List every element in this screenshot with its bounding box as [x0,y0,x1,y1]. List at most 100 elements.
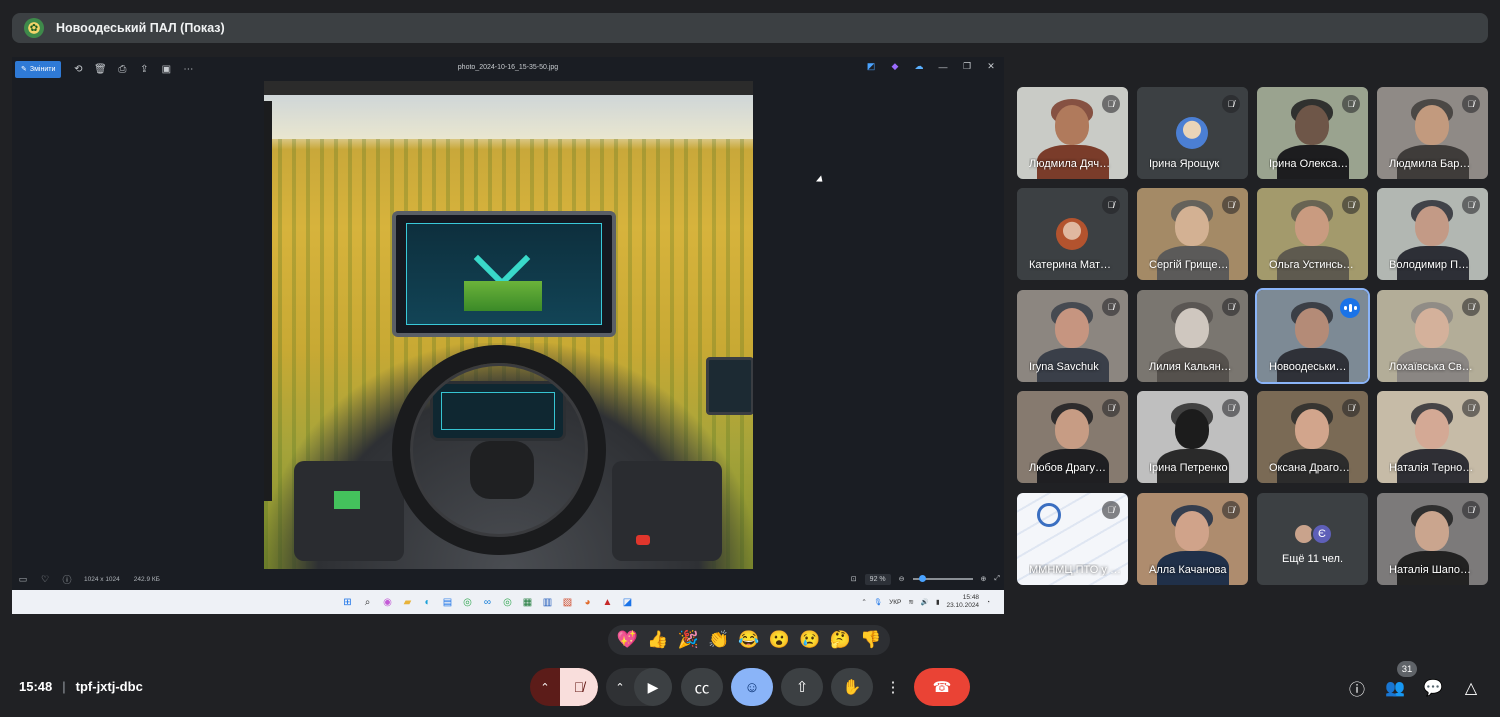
clipchamp-icon[interactable]: ◆ [886,61,904,72]
photos-icon[interactable]: ◪ [620,595,635,609]
reaction-emoji[interactable]: 😢 [796,630,824,650]
more-participants-tile[interactable]: Є Ещё 11 чел. [1257,493,1368,585]
participant-tile[interactable]: 🎙̸ Ольга Устинсь… [1257,188,1368,280]
participant-tile[interactable]: 🎙̸ Катерина Мат… [1017,188,1128,280]
participant-tile[interactable]: 🎙̸ Оксана Драго… [1257,391,1368,483]
video-settings-chevron-icon[interactable]: ⌃ [606,681,634,694]
favorite-icon[interactable]: ♡ [34,574,56,585]
participant-tile[interactable]: 🎙̸ Iryna Savchuk [1017,290,1128,382]
reaction-emoji[interactable]: 👏 [705,630,733,650]
participant-tile[interactable]: 🎙̸ Сергій Грище… [1137,188,1248,280]
participant-tile[interactable]: 🎙̸ Ірина Петренко [1137,391,1248,483]
participant-tile[interactable]: 🎙̸ Володимир П… [1377,188,1488,280]
chat-icon[interactable]: 💬 [1422,677,1444,699]
battery-icon[interactable]: ▮ [936,598,940,606]
participant-name: Наталія Терно… [1389,462,1474,474]
mic-muted-icon: 🎙̸ [1222,399,1240,417]
app-icon[interactable]: ∞ [480,595,495,609]
captions-button[interactable]: ㏄ [681,668,723,706]
zoom-level[interactable]: 92 % [864,573,891,585]
meeting-time: 15:48 [19,679,53,694]
participant-tile[interactable]: 🎙̸ Наталія Терно… [1377,391,1488,483]
camera-icon[interactable]: ▶︎ [634,668,672,706]
reaction-emoji[interactable]: 👎 [857,630,885,650]
fit-icon[interactable]: ⊡ [851,575,857,583]
notifications-icon[interactable]: ◔ [986,599,990,606]
participant-tile[interactable]: Новоодеськи… [1255,288,1370,384]
leave-call-button[interactable]: ☎ [914,668,970,706]
copilot-icon[interactable]: ◉ [380,595,395,609]
reaction-emoji[interactable]: 💖 [613,630,641,650]
mouse-cursor [816,175,825,185]
minimize-icon[interactable]: — [934,62,952,72]
acrobat-icon[interactable]: ▲ [600,595,615,609]
excel-icon[interactable]: ▦ [520,595,535,609]
filmstrip-icon[interactable]: ▭ [12,574,34,585]
zoom-in-icon[interactable]: ⊕ [981,575,987,583]
file-explorer-icon[interactable]: ▰ [400,595,415,609]
chrome-icon[interactable]: ◎ [460,595,475,609]
store-icon[interactable]: ▤ [440,595,455,609]
edge-icon[interactable]: ◐ [420,595,435,609]
info-icon[interactable]: ⓘ [56,573,78,586]
more-options-button[interactable]: ⋮ [881,668,905,706]
participant-tile[interactable]: 🎙̸ Лохаївська Св… [1377,290,1488,382]
mic-off-icon[interactable]: 🎙̸ [560,668,598,706]
tractor-cabin-photo [264,81,753,569]
reaction-emoji[interactable]: 🎉 [674,630,702,650]
participant-tile[interactable]: 🎙̸ Людмила Бар… [1377,87,1488,179]
participant-name: Лилия Кальян… [1149,361,1232,373]
participant-tile[interactable]: 🎙̸ ММНМЦ ПТО у М… [1017,493,1128,585]
wifi-icon[interactable]: ≋ [908,598,913,606]
tray-chevron-icon[interactable]: ⌃ [861,598,866,606]
participant-tile[interactable]: 🎙̸ Любов Драгу… [1017,391,1128,483]
participant-tile[interactable]: 🎙̸ Ірина Ярощук [1137,87,1248,179]
powerpoint-icon[interactable]: ▧ [560,595,575,609]
participant-tile[interactable]: 🎙̸ Людмила Дяч… [1017,87,1128,179]
meeting-code[interactable]: tpf-jxtj-dbc [76,679,143,694]
avatar [1056,218,1088,250]
zoom-slider[interactable] [912,575,973,582]
side-panel-tools: ⓘ 👥 💬 △ [1346,677,1482,699]
system-tray: ⌃ 🎙 УКР ≋ 🔊 ▮ 15:48 23.10.2024 ◔ [861,594,990,610]
meeting-details-icon[interactable]: ⓘ [1346,677,1368,699]
reactions-button[interactable]: ☺ [731,668,773,706]
fullscreen-icon[interactable]: ⤢ [994,575,1000,583]
participant-tile[interactable]: 🎙̸ Ірина Олекса… [1257,87,1368,179]
cloud-icon[interactable]: ☁ [910,61,928,72]
reaction-emoji[interactable]: 🤔 [826,630,854,650]
designer-icon[interactable]: ◩ [862,61,880,72]
word-icon[interactable]: ▥ [540,595,555,609]
reaction-emoji[interactable]: 😮 [765,630,793,650]
presenter-logo-icon: ✿ [24,18,44,38]
present-button[interactable]: ⇧ [781,668,823,706]
participant-tile[interactable]: 🎙̸ Алла Качанова [1137,493,1248,585]
participant-tile[interactable]: 🎙̸ Лилия Кальян… [1137,290,1248,382]
mic-muted-icon: 🎙̸ [1462,196,1480,214]
volume-icon[interactable]: 🔊 [921,598,929,606]
zoom-out-icon[interactable]: ⊖ [899,575,905,583]
mic-muted-icon: 🎙̸ [1462,399,1480,417]
chrome-profile-icon[interactable]: ◎ [500,595,515,609]
input-language[interactable]: УКР [889,599,901,606]
tray-clock[interactable]: 15:48 23.10.2024 [947,594,980,610]
reaction-emoji[interactable]: 👍 [644,630,672,650]
emoji-icon: ☺ [744,678,760,696]
firefox-icon[interactable]: ◕ [580,595,595,609]
image-dimensions: 1024 x 1024 [84,575,120,583]
activities-icon[interactable]: △ [1460,677,1482,699]
people-icon[interactable]: 👥 [1384,677,1406,699]
hang-up-icon: ☎ [932,679,952,696]
mic-muted-icon: 🎙̸ [1222,298,1240,316]
close-icon[interactable]: ✕ [982,61,1000,72]
taskbar-apps: ⊞ ⌕ ◉ ▰ ◐ ▤ ◎ ∞ ◎ ▦ ▥ ▧ ◕ ▲ ◪ [340,595,635,609]
start-icon[interactable]: ⊞ [340,595,355,609]
raise-hand-button[interactable]: ✋ [831,668,873,706]
participant-tile[interactable]: 🎙̸ Наталія Шапо… [1377,493,1488,585]
search-icon[interactable]: ⌕ [360,595,375,609]
restore-icon[interactable]: ❐ [958,61,976,72]
audio-settings-chevron-icon[interactable]: ⌃ [530,681,560,694]
reaction-emoji[interactable]: 😂 [735,630,763,650]
tray-mic-icon[interactable]: 🎙 [874,598,882,606]
participant-name: Любов Драгу… [1029,462,1106,474]
